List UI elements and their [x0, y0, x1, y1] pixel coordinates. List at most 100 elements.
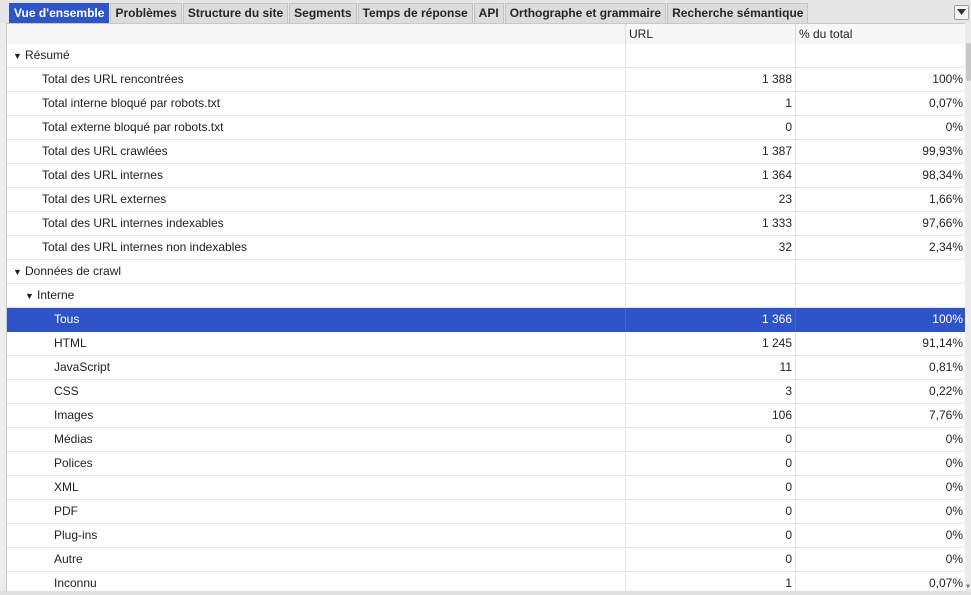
row-pct-cell: 97,66% [922, 216, 963, 230]
table-row[interactable]: Inconnu 1 0,07% [7, 572, 966, 592]
row-name-cell: Autre [7, 548, 626, 571]
table-row[interactable]: JavaScript 11 0,81% [7, 356, 966, 380]
row-label: Total des URL crawlées [42, 144, 168, 158]
tab-2[interactable]: Structure du site [182, 3, 289, 23]
table-row[interactable]: Total des URL internes 1 364 98,34% [7, 164, 966, 188]
overview-table: URL % du total ▼ Résumé Total des URL renc… [6, 23, 967, 593]
table-row[interactable]: CSS 3 0,22% [7, 380, 966, 404]
row-name-cell: Polices [7, 452, 626, 475]
tab-5[interactable]: API [473, 3, 504, 23]
row-label: Total externe bloqué par robots.txt [42, 120, 224, 134]
row-url-cell [626, 44, 796, 67]
table-row[interactable]: ▼ Interne [7, 284, 966, 308]
row-label: CSS [54, 384, 79, 398]
table-body: ▼ Résumé Total des URL rencontrées 1 388 100… [7, 44, 966, 592]
table-row[interactable]: Total interne bloqué par robots.txt 1 0,07… [7, 92, 966, 116]
row-name-cell: CSS [7, 380, 626, 403]
scroll-down-icon[interactable]: ▼ [965, 583, 971, 591]
row-label: Total interne bloqué par robots.txt [42, 96, 221, 110]
row-pct-cell: 0,81% [928, 360, 963, 374]
row-name-cell: Total des URL internes [7, 164, 626, 187]
row-url-cell: 23 [626, 188, 796, 211]
tab-3[interactable]: Segments [289, 3, 357, 23]
row-pct-cell: 0% [945, 120, 963, 134]
column-header-pct[interactable]: % du total [796, 24, 966, 44]
table-row[interactable]: HTML 1 245 91,14% [7, 332, 966, 356]
table-row[interactable]: Images 106 7,76% [7, 404, 966, 428]
table-row[interactable]: XML 0 0% [7, 476, 966, 500]
table-row[interactable]: Total des URL internes indexables 1 333 97… [7, 212, 966, 236]
tab-7[interactable]: Recherche sémantique [667, 3, 809, 23]
table-row[interactable]: Plug-ins 0 0% [7, 524, 966, 548]
row-name-cell: Médias [7, 428, 626, 451]
table-row[interactable]: Autre 0 0% [7, 548, 966, 572]
tab-1[interactable]: Problèmes [110, 3, 182, 23]
chevron-down-icon [957, 9, 966, 15]
row-label: Interne [37, 288, 75, 302]
horizontal-scrollbar[interactable] [0, 591, 971, 595]
row-label: HTML [54, 336, 87, 350]
row-url-cell: 106 [626, 404, 796, 427]
row-pct-cell: 0,07% [928, 96, 963, 110]
row-url-cell: 0 [626, 548, 796, 571]
table-row[interactable]: Total des URL crawlées 1 387 99,93% [7, 140, 966, 164]
row-url-cell: 1 [626, 572, 796, 592]
triangle-down-icon[interactable]: ▼ [25, 285, 37, 308]
row-pct-cell: 100% [932, 312, 963, 326]
row-pct-cell: 1,66% [928, 192, 963, 206]
row-pct-cell: 0% [945, 456, 963, 470]
triangle-down-icon[interactable]: ▼ [13, 261, 25, 284]
row-name-cell: Tous [7, 308, 626, 331]
table-row[interactable]: Total des URL internes non indexables 32 2… [7, 236, 966, 260]
row-pct-cell: 0% [945, 528, 963, 542]
tab-4[interactable]: Temps de réponse [357, 3, 473, 23]
row-label: Total des URL externes [42, 192, 167, 206]
row-name-cell: ▼ Résumé [7, 44, 626, 67]
row-pct-cell: 2,34% [928, 240, 963, 254]
row-pct-cell: 98,34% [922, 168, 963, 182]
row-label: Autre [54, 552, 83, 566]
tab-0[interactable]: Vue d'ensemble [9, 3, 110, 23]
row-url-cell [626, 284, 796, 307]
row-label: Tous [54, 312, 80, 326]
table-row[interactable]: Médias 0 0% [7, 428, 966, 452]
row-url-cell: 1 333 [626, 212, 796, 235]
column-header-name[interactable] [7, 24, 626, 44]
row-label: Plug-ins [54, 528, 98, 542]
table-row[interactable]: ▼ Données de crawl [7, 260, 966, 284]
row-url-cell: 0 [626, 452, 796, 475]
table-row[interactable]: Total des URL rencontrées 1 388 100% [7, 68, 966, 92]
table-row[interactable]: PDF 0 0% [7, 500, 966, 524]
tab-list: Vue d'ensemble Problèmes Structure du site… [9, 3, 809, 23]
row-url-cell: 32 [626, 236, 796, 259]
triangle-down-icon[interactable]: ▼ [13, 45, 25, 68]
vertical-scrollbar[interactable]: ▼ [965, 23, 971, 591]
row-name-cell: Images [7, 404, 626, 427]
row-pct-cell: 0,22% [928, 384, 963, 398]
table-row[interactable]: ▼ Résumé [7, 44, 966, 68]
tab-6[interactable]: Orthographe et grammaire [504, 3, 667, 23]
row-name-cell: Inconnu [7, 572, 626, 592]
table-row[interactable]: Total externe bloqué par robots.txt 0 0% [7, 116, 966, 140]
row-label: Médias [54, 432, 93, 446]
row-pct-cell [796, 284, 966, 307]
row-pct-cell: 0% [945, 480, 963, 494]
row-pct-cell: 91,14% [922, 336, 963, 350]
row-name-cell: Total externe bloqué par robots.txt [7, 116, 626, 139]
row-label: Inconnu [54, 576, 97, 590]
scrollbar-thumb[interactable] [966, 43, 971, 81]
row-label: Total des URL internes non indexables [42, 240, 248, 254]
row-pct-cell: 0% [945, 552, 963, 566]
row-name-cell: Total des URL rencontrées [7, 68, 626, 91]
row-url-cell: 1 364 [626, 164, 796, 187]
row-url-cell: 0 [626, 524, 796, 547]
row-label: Total des URL internes [42, 168, 163, 182]
table-row[interactable]: Total des URL externes 23 1,66% [7, 188, 966, 212]
table-row[interactable]: Polices 0 0% [7, 452, 966, 476]
table-row[interactable]: Tous 1 366 100% [7, 308, 966, 332]
row-label: Données de crawl [25, 264, 122, 278]
tab-menu-button[interactable] [954, 5, 969, 20]
row-name-cell: ▼ Données de crawl [7, 260, 626, 283]
column-header-url[interactable]: URL [626, 24, 796, 44]
row-label: XML [54, 480, 79, 494]
